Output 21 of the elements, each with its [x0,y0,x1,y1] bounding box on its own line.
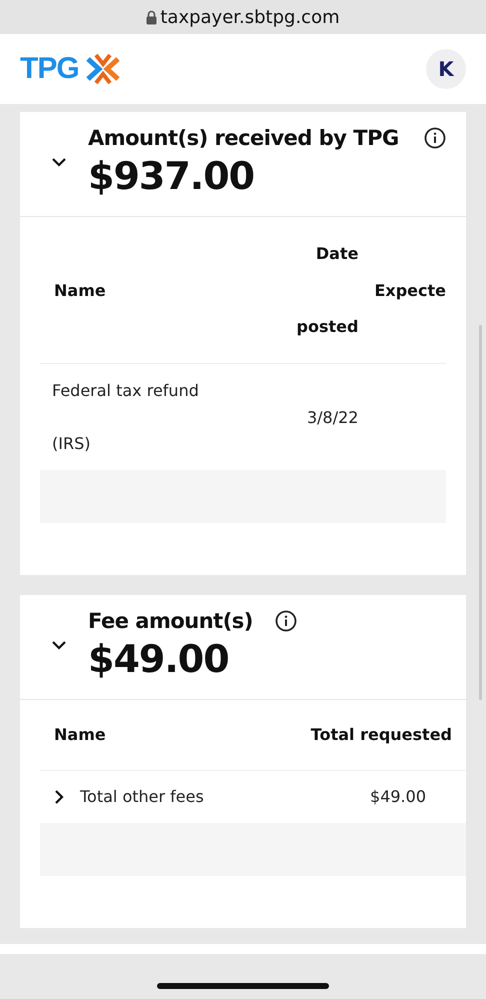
card-title: Amount(s) received by TPG [88,126,399,150]
table-cell-text: $49.00 [370,786,426,808]
amount-total: $937.00 [88,154,256,198]
column-header: Name [40,217,235,364]
chevron-right-icon[interactable] [52,790,66,804]
amount-total: $49.00 [88,637,230,681]
chevron-down-icon[interactable] [52,638,66,652]
table-cell-text: Federal tax refund (IRS) [52,380,200,455]
column-header: Expecte [360,217,446,364]
column-header: Total requested [253,700,466,771]
logo-icon[interactable] [84,52,121,86]
table-cell-text: 3/8/22 [306,406,358,428]
lock-icon [146,10,158,24]
avatar[interactable]: K [426,49,466,89]
column-header: Name [40,700,253,771]
card-title: Fee amount(s) [88,609,253,633]
column-header: Date posted [234,217,360,364]
info-icon[interactable] [424,127,446,149]
info-icon[interactable] [274,610,297,632]
table-cell-text: Total other fees [80,786,204,808]
chevron-down-icon[interactable] [52,155,66,169]
